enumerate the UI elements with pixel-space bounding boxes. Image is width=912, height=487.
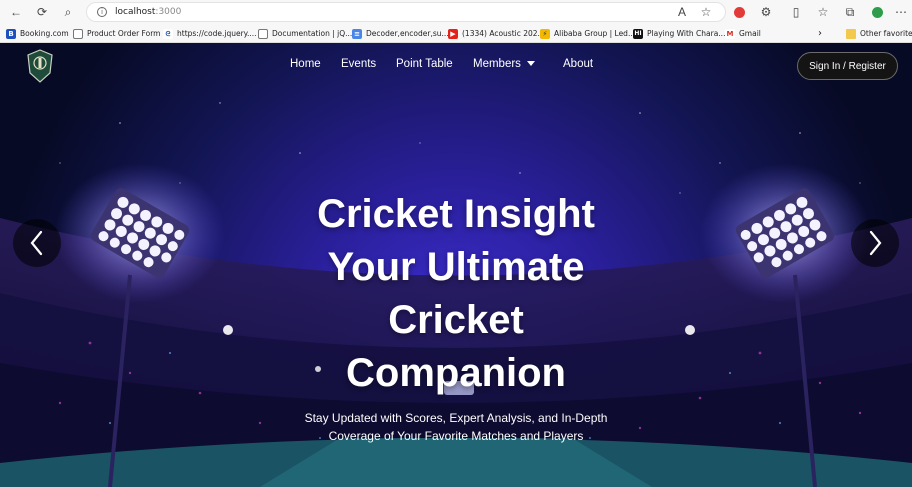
youtube-icon: ▶ xyxy=(448,28,458,39)
hero-title-line: Cricket Insight xyxy=(317,192,595,236)
nav-point-table[interactable]: Point Table xyxy=(396,58,453,70)
browser-essentials-icon[interactable] xyxy=(869,4,885,20)
booking-icon: B xyxy=(6,28,16,39)
bookmarks-overflow-chevron-icon[interactable]: › xyxy=(818,27,822,40)
sign-in-register-button[interactable]: Sign In / Register xyxy=(797,52,898,80)
bookmarks-bar: B Booking.com Product Order Form ᘓ https:/… xyxy=(0,24,912,43)
gmail-icon: M xyxy=(725,28,735,39)
bookmark-product-order-form[interactable]: Product Order Form xyxy=(73,27,160,40)
search-icon[interactable]: ⌕ xyxy=(60,4,76,20)
folder-icon xyxy=(846,28,856,39)
hero-title: Cricket Insight Your Ultimate Cricket Co… xyxy=(256,188,656,400)
bookmark-decoder[interactable]: ≡ Decoder,encoder,su... xyxy=(352,27,449,40)
other-favorites[interactable]: Other favorites xyxy=(846,27,912,40)
bookmark-youtube[interactable]: ▶ (1334) Acoustic 202... xyxy=(448,27,545,40)
favorites-icon[interactable]: ☆ xyxy=(815,4,831,20)
page-icon xyxy=(73,28,83,39)
chevron-right-icon xyxy=(869,230,882,256)
jquery-icon: ᘓ xyxy=(163,28,173,39)
bookmark-booking[interactable]: B Booking.com xyxy=(6,27,69,40)
hero-subtitle-line: Coverage of Your Favorite Matches and Pl… xyxy=(328,429,584,443)
site-info-icon[interactable]: i xyxy=(97,7,107,17)
address-bar[interactable]: i localhost:3000 xyxy=(86,2,726,22)
refresh-icon[interactable]: ⟳ xyxy=(34,4,50,20)
alibaba-icon: ⚡ xyxy=(540,28,550,39)
nav-members[interactable]: Members xyxy=(473,58,535,70)
docs-icon: ≡ xyxy=(352,28,362,39)
hd-icon: HI xyxy=(633,28,643,39)
more-menu-icon[interactable]: ⋯ xyxy=(893,4,909,20)
hero-subtitle: Stay Updated with Scores, Expert Analysi… xyxy=(256,409,656,445)
navbar: Home Events Point Table Members About Si… xyxy=(0,43,912,89)
carousel-prev-button[interactable] xyxy=(13,219,61,267)
hero-title-line: Companion xyxy=(346,351,566,395)
url-text[interactable]: localhost:3000 xyxy=(115,7,181,17)
collections-icon[interactable]: ⧉ xyxy=(842,4,858,20)
bookmark-playing-with-chara[interactable]: HI Playing With Chara... xyxy=(633,27,725,40)
split-screen-icon[interactable]: ▯ xyxy=(788,4,804,20)
nav-home[interactable]: Home xyxy=(290,58,321,70)
hero-subtitle-line: Stay Updated with Scores, Expert Analysi… xyxy=(304,411,608,425)
extension-icon[interactable]: ⚙ xyxy=(758,4,774,20)
nav-about[interactable]: About xyxy=(563,58,593,70)
web-page: Home Events Point Table Members About Si… xyxy=(0,43,912,487)
bookmark-jquery-docs[interactable]: Documentation | jQ... xyxy=(258,27,352,40)
bookmark-alibaba[interactable]: ⚡ Alibaba Group | Led... xyxy=(540,27,635,40)
browser-toolbar: ← ⟳ ⌕ i localhost:3000 A ☆ ⚙ ▯ ☆ ⧉ ⋯ xyxy=(0,0,912,24)
page-icon xyxy=(258,28,268,39)
bookmark-gmail[interactable]: M Gmail xyxy=(725,27,761,40)
back-icon[interactable]: ← xyxy=(8,4,24,20)
carousel-next-button[interactable] xyxy=(851,219,899,267)
chevron-down-icon xyxy=(526,61,535,67)
hero-title-line: Cricket xyxy=(388,298,524,342)
nav-members-label: Members xyxy=(473,58,521,70)
read-aloud-icon[interactable]: A xyxy=(674,4,690,20)
bookmark-jquery-code[interactable]: ᘓ https://code.jquery.... xyxy=(163,27,257,40)
club-logo[interactable] xyxy=(27,49,53,83)
extension-red-icon[interactable] xyxy=(731,4,747,20)
favorite-star-icon[interactable]: ☆ xyxy=(698,4,714,20)
chevron-left-icon xyxy=(30,230,43,256)
nav-events[interactable]: Events xyxy=(341,58,376,70)
hero-title-line: Your Ultimate xyxy=(327,245,585,289)
